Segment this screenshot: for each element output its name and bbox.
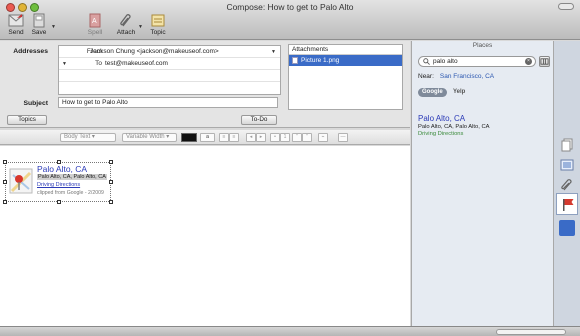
attach-icon: [120, 14, 131, 27]
resize-handle[interactable]: [3, 180, 7, 184]
empty-address-row[interactable]: [59, 70, 280, 82]
place-result[interactable]: Palo Alto, CA Palo Alto, CA, Palo Alto, …: [418, 114, 490, 137]
map-glyph-icon: [540, 58, 549, 65]
empty-address-row[interactable]: [59, 82, 280, 94]
places-search-input[interactable]: palo alto ×: [418, 56, 536, 67]
near-label: Near:: [418, 73, 434, 80]
provider-yelp[interactable]: Yelp: [449, 88, 469, 97]
spell-icon: A: [89, 13, 101, 28]
window-titlebar: Compose: How to get to Palo Alto Send Sa…: [0, 0, 580, 40]
resize-handle[interactable]: [109, 180, 113, 184]
format-bar: Body Text ▾ Variable Width ▾ a ≡ ≡ ◂ ▸ •…: [0, 130, 410, 145]
attachment-filename: Picture 1.png: [301, 57, 340, 64]
font-size-button[interactable]: a: [200, 133, 215, 142]
horizontal-scrollbar[interactable]: [496, 329, 566, 335]
unquote-button[interactable]: ”: [302, 133, 312, 142]
addresses-label: Addresses: [13, 48, 48, 55]
near-city-link[interactable]: San Francisco, CA: [440, 73, 494, 80]
save-menu-arrow-icon[interactable]: ▼: [51, 24, 57, 30]
bullet-list-button[interactable]: •: [270, 133, 280, 142]
resize-handle[interactable]: [57, 160, 61, 164]
status-bar: [0, 326, 580, 336]
clip-title: Palo Alto, CA: [37, 164, 88, 174]
places-title: Places: [472, 42, 493, 49]
message-header: Addresses From Jackson Chung <jackson@ma…: [0, 41, 410, 128]
result-title[interactable]: Palo Alto, CA: [418, 114, 490, 123]
places-sidebar: Places palo alto × Near: San Francisco, C…: [411, 41, 553, 326]
resize-handle[interactable]: [3, 160, 7, 164]
pages-icon[interactable]: [559, 137, 575, 153]
window-title: Compose: How to get to Palo Alto: [226, 2, 354, 12]
save-icon: [33, 13, 45, 28]
font-width-dropdown[interactable]: Variable Width ▾: [122, 133, 177, 142]
clip-source: clipped from Google - 2/2009: [37, 190, 104, 196]
sidebar-tab-strip: [553, 41, 580, 326]
flag-icon: [563, 199, 574, 211]
topic-label: Topic: [150, 29, 166, 36]
style-dropdown[interactable]: Body Text ▾: [60, 133, 116, 142]
attachment-item[interactable]: Picture 1.png: [289, 55, 402, 66]
gallery-icon[interactable]: [559, 157, 575, 173]
from-dropdown-icon[interactable]: ▼: [271, 49, 276, 55]
svg-text:A: A: [92, 18, 97, 25]
spell-button[interactable]: A Spell: [80, 13, 110, 38]
map-icon[interactable]: [539, 56, 550, 67]
to-row[interactable]: ▼ To test@makeuseof.com: [59, 58, 280, 70]
attach-button[interactable]: Attach: [111, 13, 141, 38]
resize-handle[interactable]: [57, 200, 61, 204]
todo-button[interactable]: To-Do: [241, 115, 277, 125]
align-right-button[interactable]: ≡: [229, 133, 239, 142]
outdent-button[interactable]: ◂: [246, 133, 256, 142]
attach-label: Attach: [116, 29, 136, 36]
topic-icon: [151, 14, 165, 27]
result-directions-link[interactable]: Driving Directions: [418, 131, 490, 137]
map-pin-icon: [9, 168, 33, 194]
topic-button[interactable]: Topic: [143, 13, 173, 38]
text-color-swatch[interactable]: [181, 133, 197, 142]
align-left-button[interactable]: ≡: [219, 133, 229, 142]
send-icon: [8, 14, 24, 27]
resize-handle[interactable]: [109, 160, 113, 164]
place-clipping[interactable]: Palo Alto, CA Palo Alto, CA, Palo Alto, …: [3, 160, 113, 204]
clear-icon[interactable]: ×: [525, 58, 532, 65]
number-list-button[interactable]: 1: [280, 133, 290, 142]
message-body[interactable]: Palo Alto, CA Palo Alto, CA, Palo Alto, …: [0, 146, 410, 326]
quote-button[interactable]: “: [292, 133, 302, 142]
toolbar-toggle-button[interactable]: [558, 3, 574, 10]
provider-google[interactable]: Google: [418, 88, 447, 97]
resize-handle[interactable]: [109, 200, 113, 204]
address-list: From Jackson Chung <jackson@makeuseof.co…: [58, 45, 281, 95]
clip-directions-link[interactable]: Driving Directions: [37, 182, 80, 188]
places-search-value: palo alto: [433, 58, 458, 65]
blue-note-icon[interactable]: [559, 220, 575, 236]
spell-label: Spell: [87, 29, 103, 36]
to-field[interactable]: test@makeuseof.com: [105, 60, 168, 67]
result-address: Palo Alto, CA, Palo Alto, CA: [418, 124, 490, 130]
subject-field[interactable]: How to get to Palo Alto: [58, 97, 278, 108]
hr-button[interactable]: —: [338, 133, 348, 142]
indent-button[interactable]: ▸: [256, 133, 266, 142]
to-type-label: To: [95, 60, 102, 67]
attachments-panel: Attachments Picture 1.png: [288, 44, 403, 110]
topics-button[interactable]: Topics: [7, 115, 47, 125]
from-field[interactable]: Jackson Chung <jackson@makeuseof.com>: [90, 48, 219, 55]
file-icon: [292, 57, 298, 64]
resize-handle[interactable]: [3, 200, 7, 204]
search-icon: [423, 58, 430, 65]
near-location: Near: San Francisco, CA: [418, 73, 494, 80]
from-row[interactable]: From Jackson Chung <jackson@makeuseof.co…: [59, 46, 280, 58]
save-button[interactable]: Save: [24, 13, 54, 38]
places-tab[interactable]: [556, 193, 578, 215]
attachments-label: Attachments: [289, 45, 402, 55]
clip-address: Palo Alto, CA, Palo Alto, CA: [37, 174, 107, 180]
link-button[interactable]: ⌁: [318, 133, 328, 142]
save-label: Save: [31, 29, 47, 36]
style-dropdown-value: Body Text: [64, 134, 91, 140]
paperclip-icon[interactable]: [559, 177, 575, 193]
recipient-type-dropdown-icon[interactable]: ▼: [62, 61, 67, 67]
subject-label: Subject: [23, 100, 48, 107]
font-width-dropdown-value: Variable Width: [126, 134, 165, 140]
